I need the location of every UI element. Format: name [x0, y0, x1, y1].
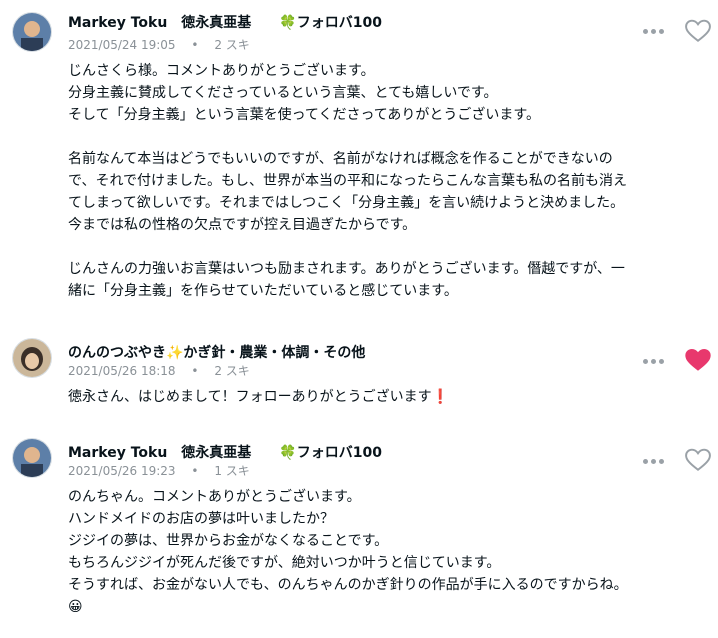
heart-icon[interactable] — [685, 19, 711, 43]
comment-date: 2021/05/24 19:05 — [68, 38, 176, 52]
comment-item: Markey Toku 徳永真亜基 🍀フォロバ100 2021/05/26 19… — [0, 432, 718, 638]
comment-meta: 2021/05/26 19:23 • 1 スキ — [68, 464, 250, 478]
like-count[interactable]: 1 スキ — [214, 464, 249, 478]
avatar[interactable] — [12, 438, 52, 478]
more-dots-icon[interactable] — [643, 28, 665, 34]
comment-author[interactable]: Markey Toku 徳永真亜基 🍀フォロバ100 — [68, 12, 382, 32]
heart-icon[interactable] — [685, 448, 711, 472]
comment-body: のんちゃん。コメントありがとうございます。 ハンドメイドのお店の夢は叶いましたか… — [68, 489, 628, 615]
more-dots-icon[interactable] — [643, 358, 665, 364]
avatar[interactable] — [12, 12, 52, 52]
comment-body: 徳永さん、はじめまして！フォローありがとうございます❗ — [68, 389, 450, 405]
like-count[interactable]: 2 スキ — [214, 364, 249, 378]
comment-body: じんさくら様。コメントありがとうございます。 分身主義に賛成してくださっていると… — [68, 63, 628, 299]
comment-date: 2021/05/26 19:23 — [68, 464, 176, 478]
comment-meta: 2021/05/24 19:05 • 2 スキ — [68, 38, 250, 52]
comment-date: 2021/05/26 18:18 — [68, 364, 176, 378]
comment-meta: 2021/05/26 18:18 • 2 スキ — [68, 364, 250, 378]
heart-icon[interactable] — [685, 348, 711, 372]
comment-item: Markey Toku 徳永真亜基 🍀フォロバ100 2021/05/24 19… — [0, 0, 718, 320]
comment-author[interactable]: のんのつぶやき✨かぎ針・農業・体調・その他 — [68, 342, 365, 362]
avatar[interactable] — [12, 338, 52, 378]
more-dots-icon[interactable] — [643, 458, 665, 464]
comment-author[interactable]: Markey Toku 徳永真亜基 🍀フォロバ100 — [68, 442, 382, 462]
comment-item: のんのつぶやき✨かぎ針・農業・体調・その他 2021/05/26 18:18 •… — [0, 336, 718, 416]
like-count[interactable]: 2 スキ — [214, 38, 249, 52]
